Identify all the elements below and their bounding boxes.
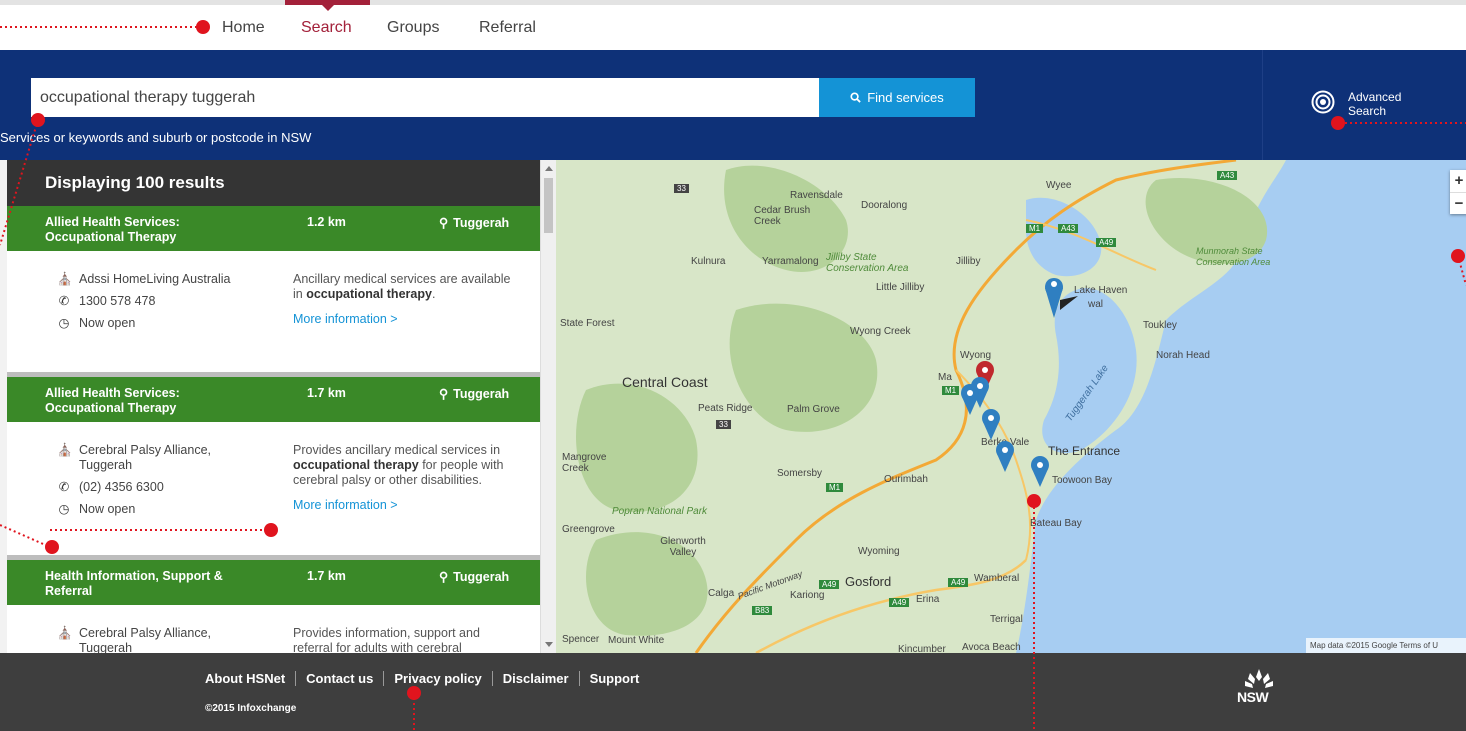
desc-keyword: occupational therapy [306, 287, 432, 301]
result-card[interactable]: Health Information, Support & Referral 1… [7, 560, 540, 653]
map-zoom-control: + − [1450, 170, 1466, 214]
result-distance: 1.7 km [307, 386, 346, 400]
results-map[interactable]: Ravensdale Cedar Brush Creek Dooralong W… [556, 160, 1466, 653]
map-pins [961, 278, 1078, 487]
result-info: ⛪ Cerebral Palsy Alliance, Tuggerah ✆ (02)… [57, 443, 237, 524]
result-status: Now open [79, 502, 136, 516]
result-card[interactable]: Allied Health Services: Occupational The… [7, 377, 540, 555]
result-card-header: Allied Health Services: Occupational The… [7, 377, 540, 422]
advanced-search-link[interactable]: Advanced Search [1262, 50, 1466, 160]
footer-link-about[interactable]: About HSNet [205, 671, 295, 686]
target-icon [1311, 90, 1335, 114]
advanced-search-label: Advanced Search [1348, 90, 1402, 118]
desc-text: Provides ancillary medical services in [293, 443, 501, 457]
tab-groups[interactable]: Groups [387, 19, 439, 37]
result-card[interactable]: Allied Health Services: Occupational The… [7, 206, 540, 372]
result-location: ⚲ Tuggerah [439, 569, 510, 585]
desc-text: Provides information, support and referr… [293, 626, 480, 653]
map-marker-icon: ⚲ [439, 570, 449, 584]
result-phone[interactable]: (02) 4356 6300 [79, 480, 164, 495]
map-pin-icon[interactable] [1031, 456, 1049, 487]
clock-icon: ◷ [58, 502, 70, 516]
map-pin-icon[interactable] [961, 384, 979, 415]
result-distance: 1.7 km [307, 569, 346, 583]
result-location-label: Tuggerah [453, 386, 510, 401]
result-status: Now open [79, 316, 136, 330]
footer-link-contact[interactable]: Contact us [295, 671, 383, 686]
result-category: Allied Health Services: Occupational The… [45, 215, 180, 244]
desc-keyword: occupational therapy [293, 458, 419, 472]
map-pin-icon[interactable] [1045, 278, 1078, 318]
home-icon: ⛪ [57, 443, 73, 457]
result-provider: Cerebral Palsy Alliance, Tuggerah [79, 443, 212, 472]
active-tab-caret [322, 5, 334, 11]
scroll-up-arrow-icon[interactable] [545, 166, 553, 171]
result-provider: Adssi HomeLiving Australia [79, 272, 231, 286]
result-provider: Cerebral Palsy Alliance, Tuggerah [79, 626, 212, 653]
footer-link-privacy[interactable]: Privacy policy [383, 671, 491, 686]
search-band: Find services Services or keywords and s… [0, 50, 1466, 160]
result-distance: 1.2 km [307, 215, 346, 229]
map-pin-icon[interactable] [982, 409, 1000, 440]
copyright-text: ©2015 Infoxchange [205, 703, 297, 714]
results-count: Displaying 100 results [45, 173, 225, 192]
result-category: Health Information, Support & Referral [45, 569, 223, 598]
more-information-link[interactable]: More information > [293, 312, 513, 327]
footer-link-disclaimer[interactable]: Disclaimer [491, 671, 579, 686]
find-services-button[interactable]: Find services [819, 78, 975, 117]
scroll-thumb[interactable] [544, 178, 553, 233]
result-location-label: Tuggerah [453, 569, 510, 584]
find-services-label: Find services [867, 90, 944, 105]
top-navigation: Home Search Groups Referral [0, 0, 1466, 50]
result-description: Provides ancillary medical services in o… [293, 443, 513, 513]
more-information-link[interactable]: More information > [293, 498, 513, 513]
results-panel: Displaying 100 results Allied Health Ser… [0, 160, 556, 653]
search-icon [850, 92, 861, 103]
result-info: ⛪ Adssi HomeLiving Australia ✆ 1300 578 47… [57, 272, 237, 338]
map-pin-icon[interactable] [996, 441, 1014, 472]
footer-links: About HSNet Contact us Privacy policy Di… [205, 671, 649, 686]
results-header: Displaying 100 results [7, 160, 540, 206]
footer-link-support[interactable]: Support [578, 671, 650, 686]
tab-search[interactable]: Search [301, 19, 352, 37]
result-card-header: Allied Health Services: Occupational The… [7, 206, 540, 251]
tab-referral[interactable]: Referral [479, 19, 536, 37]
desc-text-end: . [431, 287, 436, 301]
zoom-in-button[interactable]: + [1450, 170, 1466, 192]
search-hint: Services or keywords and suburb or postc… [0, 130, 312, 145]
home-icon: ⛪ [57, 626, 73, 640]
result-category: Allied Health Services: Occupational The… [45, 386, 180, 415]
clock-icon: ◷ [58, 316, 70, 330]
zoom-out-button[interactable]: − [1450, 192, 1466, 214]
home-icon: ⛪ [57, 272, 73, 286]
phone-icon: ✆ [58, 294, 70, 308]
result-info: ⛪ Cerebral Palsy Alliance, Tuggerah [57, 626, 237, 653]
map-attribution[interactable]: Map data ©2015 Google Terms of U [1306, 638, 1466, 653]
result-location: ⚲ Tuggerah [439, 386, 510, 402]
result-location: ⚲ Tuggerah [439, 215, 510, 231]
map-marker-icon: ⚲ [439, 387, 449, 401]
result-card-header: Health Information, Support & Referral 1… [7, 560, 540, 605]
result-location-label: Tuggerah [453, 215, 510, 230]
result-description: Ancillary medical services are available… [293, 272, 513, 327]
tab-home[interactable]: Home [222, 19, 265, 37]
result-phone[interactable]: 1300 578 478 [79, 294, 155, 309]
nsw-logo-text: NSW [1237, 689, 1269, 705]
result-description: Provides information, support and referr… [293, 626, 513, 653]
results-scrollbar[interactable] [540, 160, 556, 653]
site-footer: About HSNet Contact us Privacy policy Di… [0, 653, 1466, 731]
phone-icon: ✆ [58, 480, 70, 494]
scroll-down-arrow-icon[interactable] [545, 642, 553, 647]
search-input[interactable] [31, 78, 819, 117]
map-marker-icon: ⚲ [439, 216, 449, 230]
